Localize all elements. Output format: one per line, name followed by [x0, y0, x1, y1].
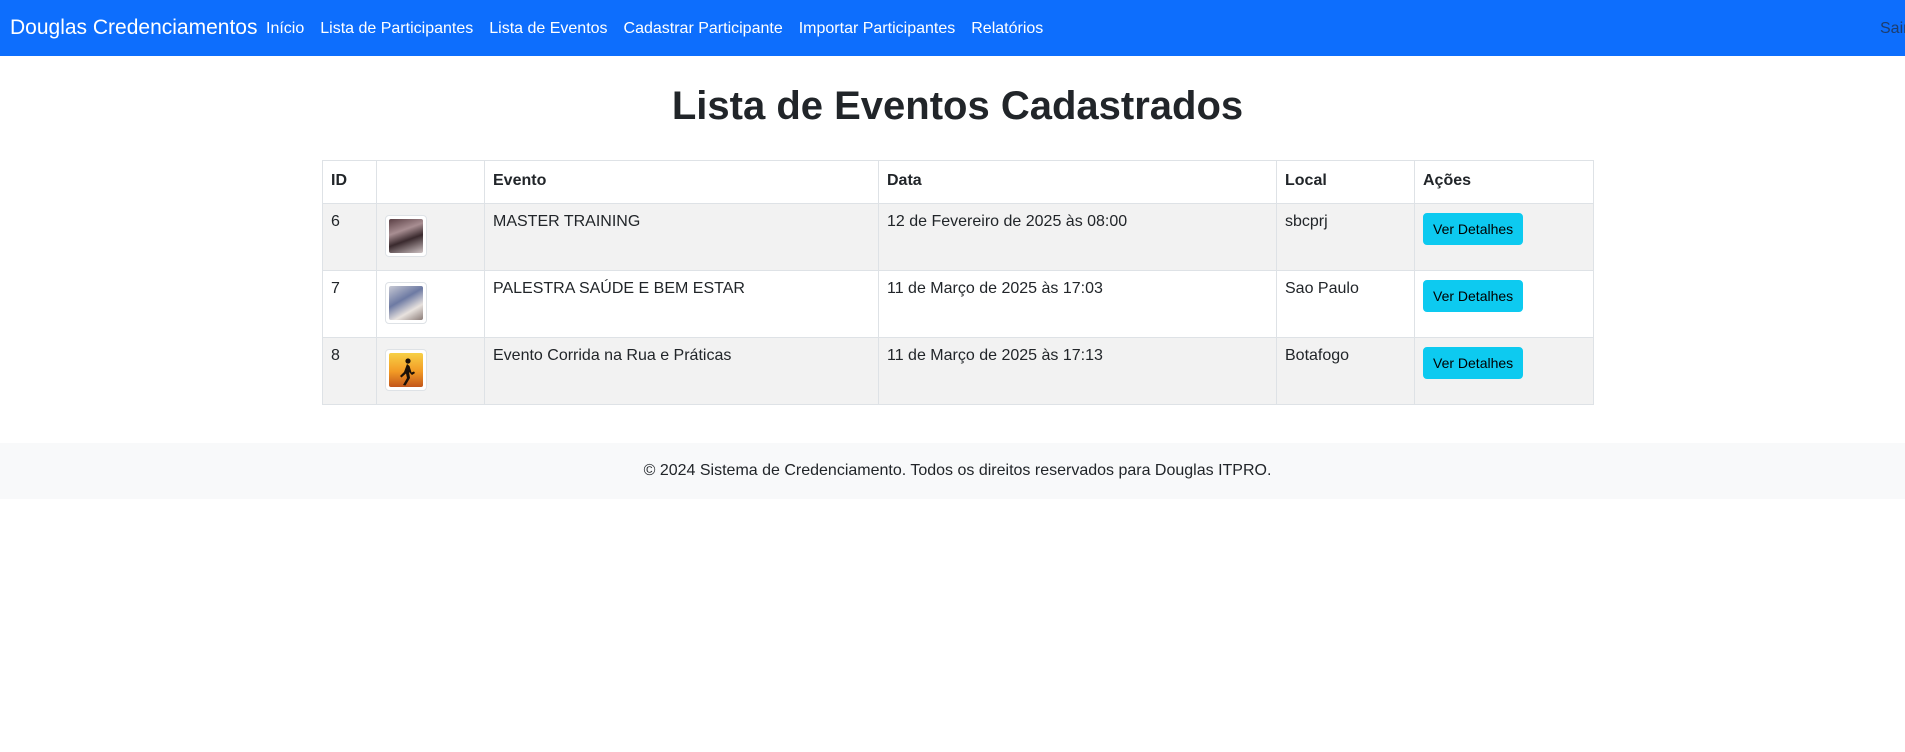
column-header-data: Data	[878, 160, 1277, 204]
nav-link-cadastrar-participante[interactable]: Cadastrar Participante	[624, 19, 783, 39]
runner-icon	[400, 358, 415, 386]
navbar: Douglas Credenciamentos Início Lista de …	[0, 0, 1905, 56]
ver-detalhes-button[interactable]: Ver Detalhes	[1423, 347, 1524, 379]
column-header-id: ID	[322, 160, 377, 204]
cell-local: Botafogo	[1276, 337, 1415, 405]
cell-acoes: Ver Detalhes	[1414, 337, 1594, 405]
events-table: ID Evento Data Local Ações 6 MASTER TRAI…	[322, 160, 1594, 405]
cell-acoes: Ver Detalhes	[1414, 270, 1594, 338]
event-image	[389, 286, 423, 320]
event-thumbnail	[385, 215, 427, 257]
cell-image	[376, 337, 485, 405]
nav-link-lista-eventos[interactable]: Lista de Eventos	[489, 19, 607, 39]
event-image	[389, 219, 423, 253]
cell-evento: MASTER TRAINING	[484, 203, 879, 271]
table-row: 8 Evento Corrida na Rua e Práticas 11 de…	[322, 337, 1594, 405]
event-thumbnail	[385, 282, 427, 324]
events-table-container: ID Evento Data Local Ações 6 MASTER TRAI…	[322, 160, 1594, 405]
cell-evento: PALESTRA SAÚDE E BEM ESTAR	[484, 270, 879, 338]
column-header-image	[376, 160, 485, 204]
page-title: Lista de Eventos Cadastrados	[671, 84, 1244, 128]
footer-copyright: © 2024 Sistema de Credenciamento. Todos …	[643, 462, 1272, 479]
column-header-local: Local	[1276, 160, 1415, 204]
cell-id: 6	[322, 203, 377, 271]
cell-id: 8	[322, 337, 377, 405]
cell-image	[376, 270, 485, 338]
column-header-evento: Evento	[484, 160, 879, 204]
table-row: 7 PALESTRA SAÚDE E BEM ESTAR 11 de Março…	[322, 270, 1594, 338]
brand-link[interactable]: Douglas Credenciamentos	[10, 16, 257, 40]
nav-link-lista-participantes[interactable]: Lista de Participantes	[320, 19, 473, 39]
nav-link-inicio[interactable]: Início	[266, 19, 304, 39]
cell-id: 7	[322, 270, 377, 338]
cell-evento: Evento Corrida na Rua e Práticas	[484, 337, 879, 405]
nav-link-importar-participantes[interactable]: Importar Participantes	[799, 19, 956, 39]
cell-local: Sao Paulo	[1276, 270, 1415, 338]
nav-link-relatorios[interactable]: Relatórios	[971, 19, 1043, 39]
event-thumbnail	[385, 349, 427, 391]
logout-link[interactable]: Sair	[1880, 19, 1905, 39]
table-header-row: ID Evento Data Local Ações	[322, 160, 1594, 204]
ver-detalhes-button[interactable]: Ver Detalhes	[1423, 280, 1524, 312]
cell-local: sbcprj	[1276, 203, 1415, 271]
footer: © 2024 Sistema de Credenciamento. Todos …	[0, 443, 1905, 499]
cell-image	[376, 203, 485, 271]
cell-acoes: Ver Detalhes	[1414, 203, 1594, 271]
event-image	[389, 353, 423, 387]
ver-detalhes-button[interactable]: Ver Detalhes	[1423, 213, 1524, 245]
cell-data: 11 de Março de 2025 às 17:03	[878, 270, 1277, 338]
nav-links: Início Lista de Participantes Lista de E…	[266, 19, 1059, 39]
cell-data: 11 de Março de 2025 às 17:13	[878, 337, 1277, 405]
cell-data: 12 de Fevereiro de 2025 às 08:00	[878, 203, 1277, 271]
table-row: 6 MASTER TRAINING 12 de Fevereiro de 202…	[322, 203, 1594, 271]
column-header-acoes: Ações	[1414, 160, 1594, 204]
